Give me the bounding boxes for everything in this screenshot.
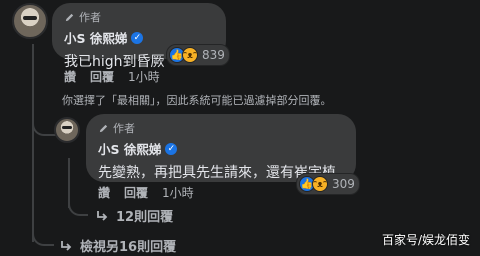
thread-line-main <box>32 44 34 242</box>
view-more-replies-link[interactable]: 檢視另16則回覆 <box>60 236 176 255</box>
view-more-replies-label: 檢視另16則回覆 <box>80 240 177 255</box>
verified-icon: ✓ <box>131 31 144 44</box>
pencil-icon <box>64 12 75 23</box>
author-badge-label: 作者 <box>79 11 101 24</box>
like-button[interactable]: 讚 <box>64 68 76 85</box>
commenter-name[interactable]: 小S 徐熙娣 <box>64 28 127 47</box>
reply-commenter-name[interactable]: 小S 徐熙娣 <box>98 139 161 158</box>
reaction-count: 839 <box>202 48 225 62</box>
reply-like-button[interactable]: 讚 <box>98 184 110 201</box>
reply-reaction-summary[interactable]: 👍 ᵔᴥᵔ 309 <box>296 173 360 195</box>
pencil-icon <box>98 123 109 134</box>
reply-reply-button[interactable]: 回覆 <box>124 184 148 201</box>
thread-elbow-reply <box>32 120 56 136</box>
reply-bubble: 作者 小S 徐熙娣 ✓ 先變熟，再把具先生請來，還有崔宇植 <box>86 114 356 182</box>
reply-arrow-icon <box>60 240 74 252</box>
comment-actions: 讚 回覆 1小時 <box>64 68 160 85</box>
reaction-summary[interactable]: 👍 ᵔᴥᵔ 839 <box>166 44 230 66</box>
haha-reaction-icon: ᵔᴥᵔ <box>182 47 198 63</box>
reply-avatar[interactable] <box>54 117 80 143</box>
more-replies-link[interactable]: 12則回覆 <box>96 206 173 225</box>
comment-timestamp[interactable]: 1小時 <box>128 68 160 85</box>
thread-elbow-view-more <box>32 232 54 246</box>
watermark: 百家号/娱龙佰变 <box>381 233 470 247</box>
more-replies-label: 12則回覆 <box>116 210 174 225</box>
reply-author-badge-label: 作者 <box>113 122 135 135</box>
reply-timestamp[interactable]: 1小時 <box>162 184 194 201</box>
haha-reaction-icon: ᵔᴥᵔ <box>312 176 328 192</box>
author-badge: 作者 <box>64 9 214 25</box>
reply-actions: 讚 回覆 1小時 <box>98 184 194 201</box>
filter-note: 你選擇了「最相關」，因此系統可能已過濾掉部分回覆。 <box>62 94 332 107</box>
reply-author-badge: 作者 <box>98 120 344 136</box>
reply-reaction-count: 309 <box>332 177 355 191</box>
reply-button[interactable]: 回覆 <box>90 68 114 85</box>
thread-elbow-more-replies <box>68 200 88 216</box>
avatar[interactable] <box>12 3 48 39</box>
reply-arrow-icon <box>96 210 110 222</box>
verified-icon: ✓ <box>165 142 178 155</box>
